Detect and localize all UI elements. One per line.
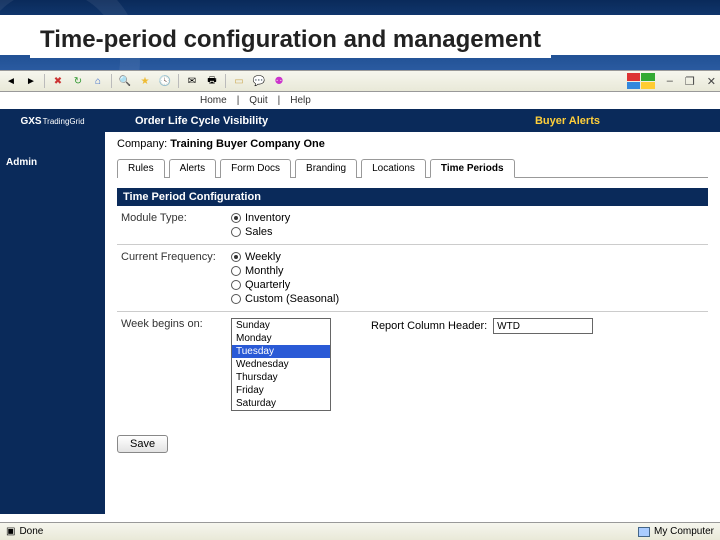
listbox-week-begins[interactable]: SundayMondayTuesdayWednesdayThursdayFrid… [231,318,331,411]
tab-alerts[interactable]: Alerts [169,159,217,178]
radio-label: Custom (Seasonal) [245,293,339,305]
row-module-type: Module Type: Inventory Sales [117,206,708,245]
radio-icon [231,280,241,290]
radio-label: Monthly [245,265,284,277]
history-icon[interactable]: 🕓 [158,74,172,88]
radio-frequency-custom-seasonal-[interactable]: Custom (Seasonal) [231,293,339,305]
radio-icon [231,252,241,262]
radio-module-type-sales[interactable]: Sales [231,226,290,238]
link-home[interactable]: Home [200,95,227,106]
list-item-wednesday[interactable]: Wednesday [232,358,330,371]
company-header: Company: Training Buyer Company One [117,138,708,150]
minimize-button[interactable]: – [667,75,673,87]
tab-form-docs[interactable]: Form Docs [220,159,291,178]
tab-locations[interactable]: Locations [361,159,426,178]
print-icon[interactable]: 🖶 [205,74,219,88]
slide-header: Time-period configuration and management [0,0,720,70]
computer-icon [638,527,650,537]
refresh-icon[interactable]: ↻ [71,74,85,88]
favorites-icon[interactable]: ★ [138,74,152,88]
status-done: Done [19,526,43,537]
brand-sub: TradingGrid [43,117,85,126]
radio-frequency-monthly[interactable]: Monthly [231,265,339,277]
tabs: RulesAlertsForm DocsBrandingLocationsTim… [117,158,708,178]
status-text-left: ▣ [6,526,15,537]
main-panel: Company: Training Buyer Company One Rule… [105,132,720,514]
back-icon[interactable]: ◄ [4,74,18,88]
radio-label: Weekly [245,251,281,263]
left-sidebar: Admin [0,132,105,514]
close-button[interactable]: ✕ [707,75,716,88]
module-right-link[interactable]: Buyer Alerts [535,115,600,127]
module-title: Order Life Cycle Visibility [135,115,268,127]
radios-module-type: Inventory Sales [231,212,290,238]
radio-icon [231,213,241,223]
browser-toolbar: ◄ ► ✖ ↻ ⌂ 🔍 ★ 🕓 ✉ 🖶 ▭ 💬 ⚉ – ❐ ✕ [0,70,720,92]
brand-logo: GXS TradingGrid [0,110,105,132]
company-label: Company: [117,138,167,150]
browser-statusbar: ▣ Done My Computer [0,522,720,540]
app-header: GXS TradingGrid Order Life Cycle Visibil… [0,110,720,132]
radio-label: Inventory [245,212,290,224]
app-top-links: Home | Quit | Help [0,92,720,110]
label-module-type: Module Type: [121,212,231,224]
link-help[interactable]: Help [290,95,311,106]
report-header-wrap: Report Column Header: [371,318,593,334]
radios-frequency: Weekly Monthly Quarterly Custom (Seasonal) [231,251,339,305]
sidebar-item-admin[interactable]: Admin [0,154,105,171]
slide-title: Time-period configuration and management [30,22,551,58]
section-title: Time Period Configuration [117,188,708,206]
status-zone: My Computer [654,526,714,537]
tab-time-periods[interactable]: Time Periods [430,159,515,178]
mail-icon[interactable]: ✉ [185,74,199,88]
label-week-begins: Week begins on: [121,318,231,330]
restore-button[interactable]: ❐ [685,75,695,88]
radio-icon [231,266,241,276]
windows-flag-icon [627,73,655,89]
folder-icon[interactable]: ▭ [232,74,246,88]
brand-name: GXS [20,116,41,127]
radio-label: Quarterly [245,279,290,291]
input-report-header[interactable] [493,318,593,334]
forward-icon[interactable]: ► [24,74,38,88]
list-item-thursday[interactable]: Thursday [232,371,330,384]
topbar-sep: | [237,95,240,106]
radio-frequency-weekly[interactable]: Weekly [231,251,339,263]
tab-rules[interactable]: Rules [117,159,165,178]
row-week-begins: Week begins on: SundayMondayTuesdayWedne… [117,312,708,417]
stop-icon[interactable]: ✖ [51,74,65,88]
label-report-header: Report Column Header: [371,320,487,332]
search-icon[interactable]: 🔍 [118,74,132,88]
save-button[interactable]: Save [117,435,168,453]
list-item-tuesday[interactable]: Tuesday [232,345,330,358]
radio-icon [231,294,241,304]
company-name: Training Buyer Company One [170,138,325,150]
list-item-monday[interactable]: Monday [232,332,330,345]
radio-module-type-inventory[interactable]: Inventory [231,212,290,224]
link-quit[interactable]: Quit [249,95,267,106]
label-frequency: Current Frequency: [121,251,231,263]
radio-frequency-quarterly[interactable]: Quarterly [231,279,339,291]
row-frequency: Current Frequency: Weekly Monthly Quarterl… [117,245,708,312]
home-icon[interactable]: ⌂ [91,74,105,88]
tab-branding[interactable]: Branding [295,159,357,178]
discuss-icon[interactable]: 💬 [252,74,266,88]
radio-icon [231,227,241,237]
radio-label: Sales [245,226,273,238]
topbar-sep: | [278,95,281,106]
messenger-icon[interactable]: ⚉ [272,74,286,88]
list-item-friday[interactable]: Friday [232,384,330,397]
list-item-sunday[interactable]: Sunday [232,319,330,332]
list-item-saturday[interactable]: Saturday [232,397,330,410]
